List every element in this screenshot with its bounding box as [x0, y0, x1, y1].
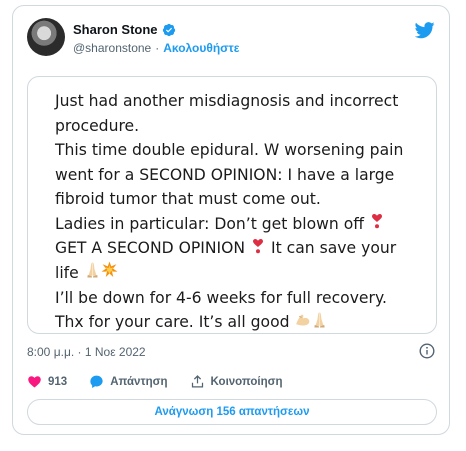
- reply-button[interactable]: Απάντηση: [89, 374, 168, 389]
- heart-exclamation-emoji-icon: [369, 212, 385, 237]
- timestamp-separator: ·: [77, 345, 82, 359]
- tweet-line: procedure.: [55, 116, 140, 135]
- display-name[interactable]: Sharon Stone: [73, 22, 158, 37]
- heart-exclamation-emoji-icon: [250, 237, 266, 262]
- tweet-actions: 913 Απάντηση Κοινοποίηση: [27, 374, 304, 389]
- like-button[interactable]: 913: [27, 374, 67, 389]
- tweet-line: Ladies in particular: Don’t get blown of…: [55, 214, 369, 233]
- tweet-text: Just had another misdiagnosis and incorr…: [55, 89, 425, 335]
- tweet-line: Thx for your care. It’s all good: [55, 313, 295, 332]
- share-upload-icon: [191, 375, 203, 388]
- flexed-biceps-emoji-icon: [294, 311, 311, 336]
- avatar[interactable]: [27, 18, 65, 56]
- tweet-line: fibroid tumor that must come out.: [55, 190, 321, 208]
- tweet-line: life: [55, 264, 84, 282]
- share-button[interactable]: Κοινοποίηση: [190, 374, 283, 389]
- tweet-line: went for a SECOND OPINION: I have a larg…: [55, 165, 395, 184]
- tweet-body-box: Just had another misdiagnosis and incorr…: [27, 76, 437, 334]
- follow-link[interactable]: Ακολουθήστε: [163, 41, 239, 55]
- tweet-line: GET A SECOND OPINION: [55, 239, 251, 258]
- verified-badge-icon: [162, 23, 175, 36]
- tweet-line: It can save your: [266, 239, 397, 258]
- read-replies-button[interactable]: Ανάγνωση 156 απαντήσεων: [27, 399, 437, 425]
- reply-label: Απάντηση: [110, 375, 168, 388]
- folded-hands-emoji-icon: [84, 261, 101, 286]
- handle[interactable]: @sharonstone: [73, 41, 151, 55]
- tweet-time: 8:00 μ.μ.: [27, 345, 75, 359]
- handle-separator: ·: [155, 41, 160, 55]
- author-name-row: Sharon Stone: [73, 22, 176, 37]
- tweet-line: This time double epidural. W worsening p…: [55, 141, 404, 159]
- share-label: Κοινοποίηση: [210, 375, 283, 388]
- tweet-line: Just had another misdiagnosis and incorr…: [55, 92, 399, 110]
- twitter-bird-icon[interactable]: [415, 20, 435, 40]
- tweet-card: Sharon Stone @sharonstone · Ακολουθήστε …: [12, 5, 450, 435]
- tweet-line: I’ll be down for 4-6 weeks for full reco…: [55, 288, 387, 307]
- collision-emoji-icon: [101, 261, 118, 286]
- tweet-timestamp[interactable]: 8:00 μ.μ. · 1 Νοε 2022: [27, 345, 146, 359]
- info-icon[interactable]: [419, 343, 435, 359]
- tweet-date: 1 Νοε 2022: [84, 345, 146, 359]
- heart-icon: [28, 376, 41, 388]
- handle-row: @sharonstone · Ακολουθήστε: [73, 41, 239, 55]
- folded-hands-emoji-icon: [311, 311, 328, 336]
- reply-bubble-icon: [90, 375, 103, 388]
- like-count: 913: [48, 375, 68, 388]
